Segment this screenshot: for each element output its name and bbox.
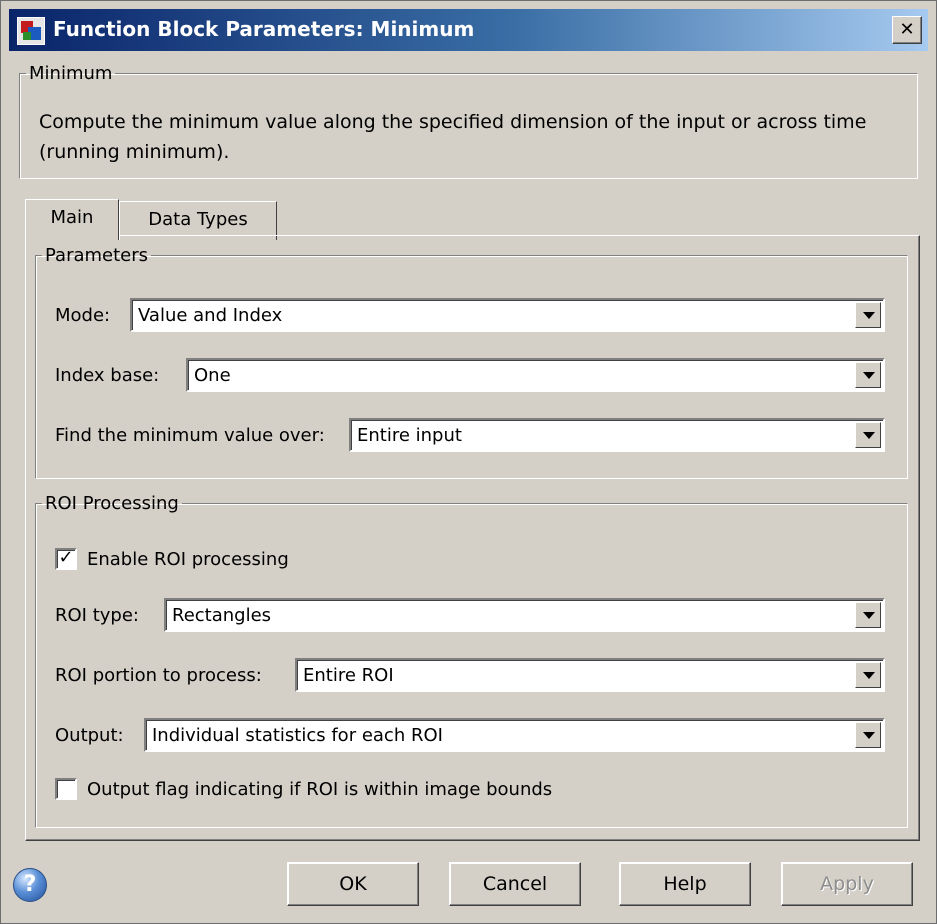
close-button[interactable]: ✕ [892, 16, 922, 44]
index-base-dropdown[interactable]: One [186, 358, 885, 392]
output-label: Output: [55, 725, 124, 746]
find-over-value: Entire input [357, 425, 462, 446]
roi-processing-group-legend: ROI Processing [45, 493, 179, 514]
parameters-group-legend: Parameters [45, 245, 149, 266]
enable-roi-label[interactable]: Enable ROI processing [87, 549, 289, 570]
roi-type-dropdown[interactable]: Rectangles [164, 598, 885, 632]
roi-portion-dropdown[interactable]: Entire ROI [295, 658, 885, 692]
roi-type-label: ROI type: [55, 605, 139, 626]
help-icon[interactable]: ? [13, 868, 47, 902]
checkmark-icon: ✓ [58, 547, 74, 568]
mode-dropdown[interactable]: Value and Index [130, 298, 885, 332]
close-icon: ✕ [899, 19, 915, 40]
mode-value: Value and Index [138, 305, 283, 326]
title-bar[interactable]: Function Block Parameters: Minimum ✕ [9, 9, 928, 51]
roi-bounds-flag-checkbox[interactable] [55, 778, 77, 800]
dialog-window: Function Block Parameters: Minimum ✕ Min… [0, 0, 937, 924]
chevron-down-icon[interactable] [855, 722, 881, 748]
chevron-down-icon[interactable] [855, 602, 881, 628]
index-base-value: One [194, 365, 231, 386]
simulink-app-icon [17, 17, 45, 45]
help-button[interactable]: Help [619, 862, 751, 906]
roi-bounds-flag-label[interactable]: Output flag indicating if ROI is within … [87, 779, 552, 800]
find-over-dropdown[interactable]: Entire input [349, 418, 885, 452]
chevron-down-icon[interactable] [855, 302, 881, 328]
output-value: Individual statistics for each ROI [152, 725, 443, 746]
roi-type-value: Rectangles [172, 605, 272, 626]
chevron-down-icon[interactable] [855, 662, 881, 688]
cancel-button[interactable]: Cancel [449, 862, 581, 906]
mode-label: Mode: [55, 305, 111, 326]
window-title: Function Block Parameters: Minimum [53, 17, 475, 41]
apply-button[interactable]: Apply [781, 862, 913, 906]
tab-main[interactable]: Main [25, 199, 119, 240]
roi-portion-value: Entire ROI [303, 665, 394, 686]
index-base-label: Index base: [55, 365, 160, 386]
chevron-down-icon[interactable] [855, 422, 881, 448]
output-dropdown[interactable]: Individual statistics for each ROI [144, 718, 885, 752]
enable-roi-checkbox[interactable]: ✓ [55, 548, 77, 570]
description-group-legend: Minimum [29, 63, 113, 84]
chevron-down-icon[interactable] [855, 362, 881, 388]
ok-button[interactable]: OK [287, 862, 419, 906]
find-over-label: Find the minimum value over: [55, 425, 325, 446]
question-mark-glyph: ? [23, 872, 37, 897]
block-description: Compute the minimum value along the spec… [39, 111, 867, 163]
roi-portion-label: ROI portion to process: [55, 665, 262, 686]
